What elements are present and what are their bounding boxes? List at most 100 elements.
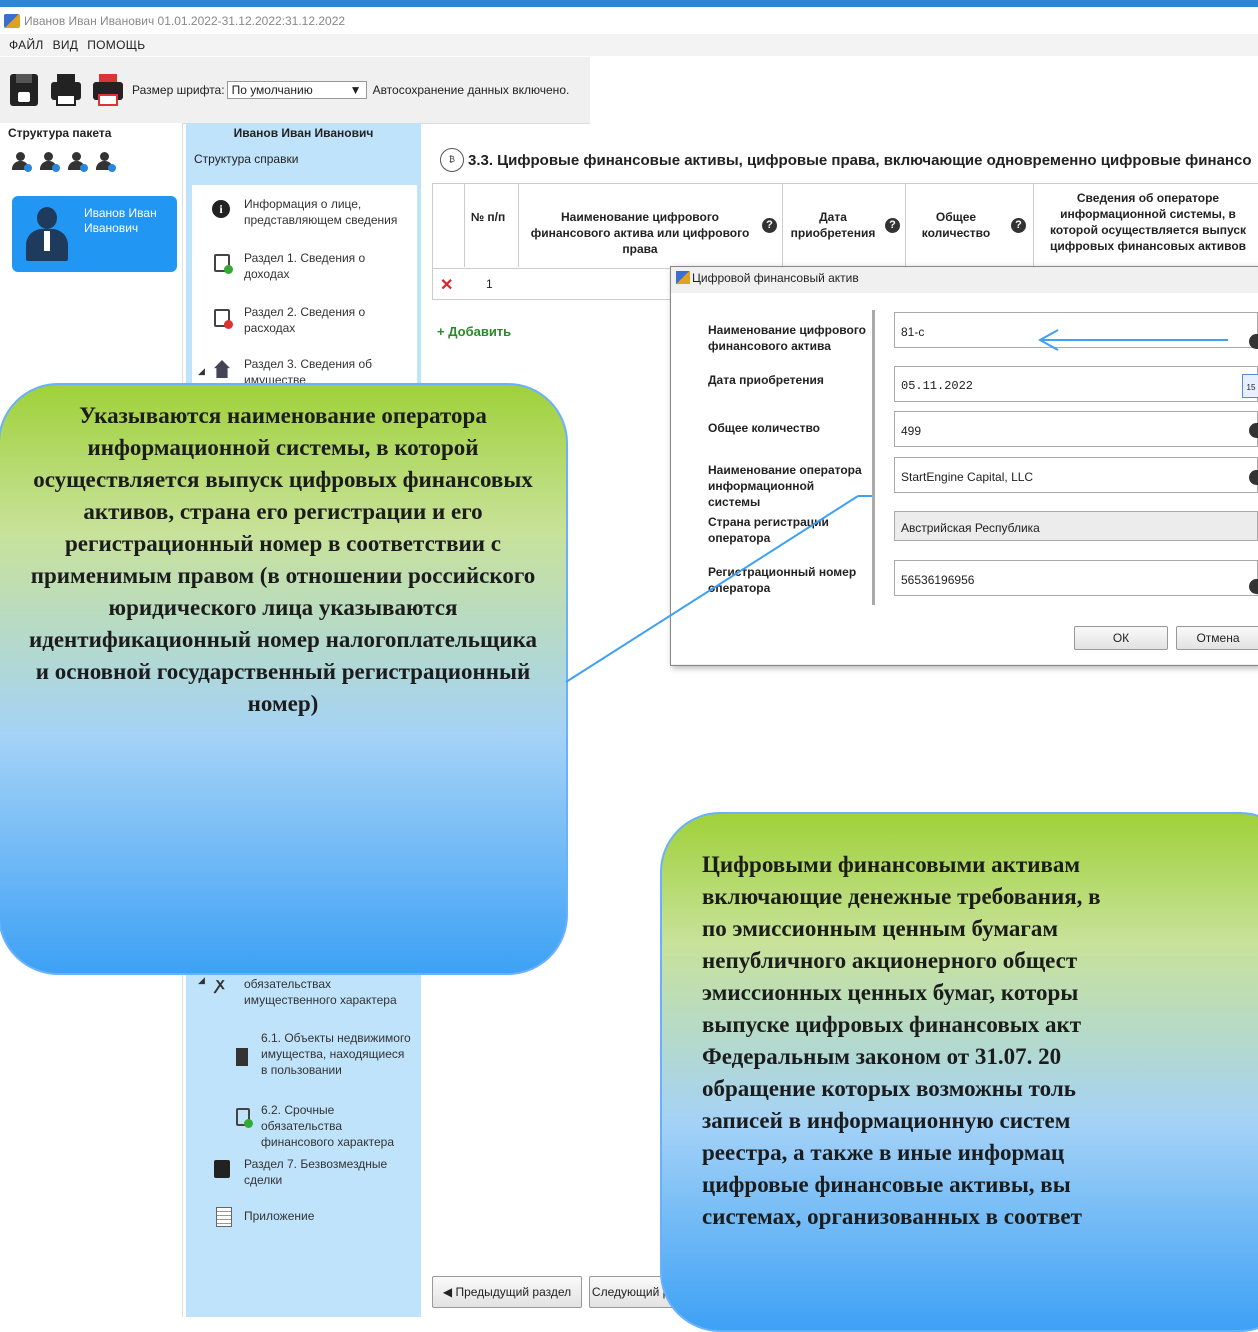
- section-title: 3.3. Цифровые финансовые активы, цифровы…: [468, 152, 1252, 169]
- autosave-status: Автосохранение данных включено.: [372, 83, 570, 97]
- col-operator: Сведения об операторе информационной сис…: [1049, 191, 1247, 253]
- label-country: Страна регистрации оператора: [708, 515, 829, 545]
- label-asset-name: Наименование цифрового финансового актив…: [708, 323, 867, 353]
- nav-title: Иванов Иван Иванович: [233, 126, 374, 140]
- expand-triangle-icon[interactable]: ◢: [198, 975, 205, 986]
- label-date: Дата приобретения: [708, 373, 824, 387]
- asset-name-field[interactable]: 81-с: [894, 312, 1258, 348]
- nav-subtitle: Структура справки: [194, 152, 299, 166]
- info-icon: i: [212, 200, 230, 218]
- annotation-right-line: записей в информационную систем: [702, 1108, 1071, 1133]
- chevron-down-icon: ▼: [349, 83, 362, 97]
- col-divider: [905, 183, 906, 267]
- operator-field[interactable]: StartEngine Capital, LLC: [894, 457, 1258, 493]
- doc-icon: [236, 1108, 253, 1128]
- col-number: № п/п: [470, 210, 506, 224]
- reg-number-field[interactable]: 56536196956: [894, 560, 1258, 596]
- annotation-right-line: системах, организованных в соответ: [702, 1204, 1082, 1229]
- font-size-label: Размер шрифта:: [132, 83, 225, 97]
- delete-row-icon[interactable]: ✕: [440, 275, 453, 295]
- annotation-right-line: реестра, а также в иные информац: [702, 1140, 1065, 1165]
- menu-help[interactable]: ПОМОЩЬ: [87, 38, 145, 52]
- dialog-title: Цифровой финансовый актив: [692, 271, 859, 285]
- annotation-right-line: эмиссионных ценных бумаг, которы: [702, 980, 1079, 1005]
- annotation-right-line: включающие денежные требования, в: [702, 884, 1101, 909]
- help-icon[interactable]: [1249, 334, 1258, 349]
- quantity-field[interactable]: 499: [894, 411, 1258, 447]
- help-icon[interactable]: ?: [762, 218, 777, 233]
- annotation-right-line: непубличного акционерного общест: [702, 948, 1078, 973]
- help-icon[interactable]: [1249, 579, 1258, 594]
- help-icon[interactable]: ?: [885, 218, 900, 233]
- window-top-stripe: [0, 0, 1258, 7]
- prev-section-button[interactable]: ◀ Предыдущий раздел: [432, 1276, 582, 1308]
- annotation-right-line: Цифровыми финансовыми активам: [702, 852, 1081, 877]
- ok-button[interactable]: ОК: [1074, 626, 1168, 650]
- building-icon: [236, 1048, 248, 1066]
- annotation-right-line: выпуске цифровых финансовых акт: [702, 1012, 1082, 1037]
- doc-plus-icon: [214, 254, 233, 274]
- label-operator: Наименование оператора информационной си…: [708, 463, 862, 509]
- package-structure-title: Структура пакета: [8, 126, 112, 140]
- label-quantity: Общее количество: [708, 421, 821, 435]
- save-button[interactable]: [6, 70, 42, 110]
- help-icon[interactable]: ?: [1011, 218, 1026, 233]
- nav-item-section7[interactable]: Раздел 7. Безвозмездные сделки: [244, 1156, 394, 1188]
- print-button[interactable]: [48, 70, 84, 110]
- annotation-left: Указываются наименование оператора инфор…: [0, 383, 568, 975]
- annotation-right: Цифровыми финансовыми активам включающие …: [660, 812, 1258, 1332]
- gift-icon: [214, 1160, 230, 1178]
- coins-icon: ₿: [440, 148, 464, 172]
- country-select[interactable]: Австрийская Республика: [894, 511, 1258, 541]
- col-date: Дата приобретения: [790, 210, 876, 240]
- col-divider: [1033, 183, 1034, 267]
- window-title: Иванов Иван Иванович 01.01.2022-31.12.20…: [24, 13, 346, 28]
- dialog-divider: [872, 310, 875, 605]
- cancel-button[interactable]: Отмена: [1176, 626, 1258, 650]
- nav-item-section6[interactable]: обязательствах имущественного характера: [244, 976, 404, 1008]
- font-size-value: По умолчанию: [231, 83, 313, 97]
- col-divider: [782, 183, 783, 267]
- nav-item-appendix[interactable]: Приложение: [244, 1208, 314, 1224]
- calendar-icon[interactable]: 15: [1242, 374, 1258, 398]
- annotation-right-line: Федеральным законом от 31.07. 20: [702, 1044, 1062, 1069]
- sheet-icon: [216, 1207, 232, 1227]
- avatar: [22, 205, 72, 263]
- nav-item-6-2[interactable]: 6.2. Срочные обязательства финансового х…: [261, 1102, 411, 1150]
- doc-minus-icon: [214, 309, 233, 329]
- add-button[interactable]: + Добавить: [437, 324, 511, 339]
- nav-item-section1[interactable]: Раздел 1. Сведения о доходах: [244, 250, 384, 282]
- col-quantity: Общее количество: [921, 210, 991, 240]
- print-red-button[interactable]: [90, 70, 126, 110]
- save-icon: [10, 74, 38, 106]
- app-icon: [676, 271, 690, 284]
- date-field[interactable]: 05.11.2022: [894, 366, 1258, 402]
- menu-view[interactable]: ВИД: [53, 38, 79, 52]
- app-icon: [4, 13, 20, 28]
- label-reg-number: Регистрационный номер оператора: [708, 565, 857, 595]
- row-number: 1: [486, 277, 493, 291]
- expand-triangle-icon[interactable]: ◢: [198, 366, 205, 377]
- nav-item-section3[interactable]: Раздел 3. Сведения об имуществе: [244, 356, 384, 384]
- nav-item-info[interactable]: Информация о лице, представляющем сведен…: [244, 196, 414, 228]
- col-divider: [464, 183, 465, 267]
- nav-item-6-1[interactable]: 6.1. Объекты недвижимого имущества, нахо…: [261, 1030, 411, 1078]
- annotation-right-line: обращение которых возможны толь: [702, 1076, 1076, 1101]
- nav-item-section2[interactable]: Раздел 2. Сведения о расходах: [244, 304, 384, 336]
- menu-file[interactable]: ФАЙЛ: [9, 38, 44, 52]
- font-size-select[interactable]: По умолчанию ▼: [226, 81, 367, 99]
- annotation-left-text: Указываются наименование оператора инфор…: [28, 403, 538, 716]
- add-person-icon[interactable]: [10, 152, 32, 172]
- help-icon[interactable]: [1249, 470, 1258, 485]
- add-spouse-icon[interactable]: [38, 152, 60, 172]
- annotation-right-line: по эмиссионным ценным бумагам: [702, 916, 1058, 941]
- user-name: Иванов Иван Иванович: [84, 206, 157, 235]
- col-divider: [518, 183, 519, 267]
- help-icon[interactable]: [1249, 423, 1258, 438]
- toolbar: Размер шрифта: По умолчанию ▼ Автосохране…: [0, 57, 590, 124]
- menu-bar: ФАЙЛ ВИД ПОМОЩЬ: [0, 34, 1258, 56]
- title-bar: Иванов Иван Иванович 01.01.2022-31.12.20…: [0, 7, 1258, 34]
- add-relative-icon[interactable]: [94, 152, 116, 172]
- annotation-right-text: Цифровыми финансовыми активам включающие …: [702, 849, 1258, 1233]
- add-child-icon[interactable]: [66, 152, 88, 172]
